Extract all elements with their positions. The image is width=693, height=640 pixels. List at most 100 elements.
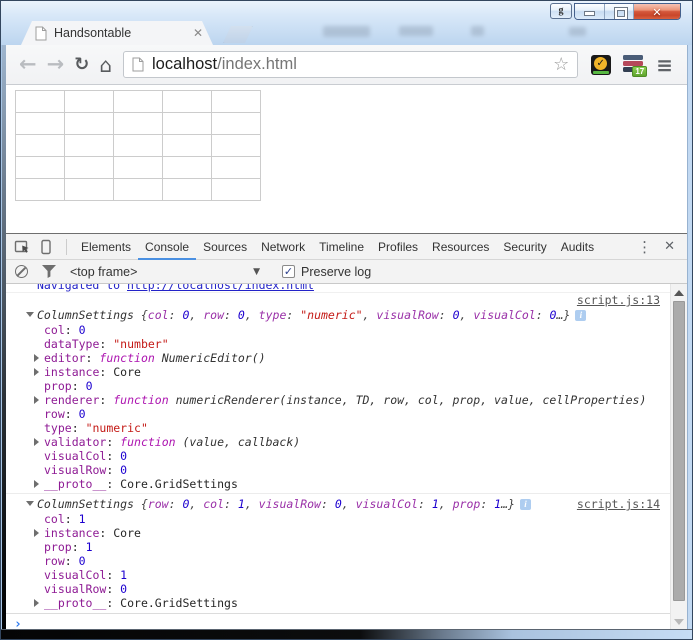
devtools-tab-audits[interactable]: Audits: [554, 234, 601, 260]
disclosure-triangle-icon[interactable]: [34, 480, 39, 488]
console-message-row: renderer: function numericRenderer(insta…: [6, 393, 670, 407]
console-message-row: __proto__: Core.GridSettings: [6, 596, 670, 610]
source-link[interactable]: script.js:14: [577, 496, 660, 512]
extension-safety-icon[interactable]: ✓: [591, 54, 612, 75]
info-icon[interactable]: i: [575, 310, 587, 321]
close-button[interactable]: [634, 4, 680, 19]
console-message-row: editor: function NumericEditor(): [6, 351, 670, 365]
disclosure-triangle-icon[interactable]: [34, 529, 39, 537]
disclosure-triangle-icon[interactable]: [26, 312, 34, 317]
titlebar-plugin-button[interactable]: g: [550, 3, 572, 19]
reload-button[interactable]: ↻: [74, 55, 89, 74]
frame-selector[interactable]: <top frame> ▼: [70, 265, 260, 279]
grid-cell[interactable]: [113, 90, 163, 113]
devtools-tab-resources[interactable]: Resources: [425, 234, 496, 260]
grid-cell[interactable]: [64, 134, 114, 157]
address-bar[interactable]: localhost/index.html ☆: [123, 51, 579, 78]
scrollbar-thumb[interactable]: [673, 301, 685, 601]
devtools-tab-security[interactable]: Security: [496, 234, 553, 260]
devtools-close-icon[interactable]: ✕: [660, 239, 679, 254]
filter-icon[interactable]: [42, 265, 56, 278]
info-icon[interactable]: i: [519, 499, 531, 510]
device-toolbar-icon[interactable]: [40, 239, 52, 255]
grid-cell[interactable]: [162, 134, 212, 157]
extension-badge: 17: [632, 66, 648, 77]
disclosure-triangle-icon[interactable]: [34, 438, 39, 446]
tab-favicon-icon: [35, 26, 47, 40]
browser-window: Handsontable ✕ g ← → ↻ ⌂ localhost/index…: [0, 0, 693, 640]
grid-cell[interactable]: [113, 178, 163, 201]
bookmark-star-icon[interactable]: ☆: [553, 54, 569, 75]
table-row: [15, 112, 261, 135]
grid-cell[interactable]: [113, 156, 163, 179]
new-tab-button[interactable]: [223, 26, 253, 43]
maximize-button[interactable]: [605, 4, 634, 19]
grid-cell[interactable]: [211, 112, 261, 135]
disclosure-triangle-icon[interactable]: [34, 396, 39, 404]
grid-cell[interactable]: [15, 112, 65, 135]
prompt-chevron-icon: ›: [14, 617, 22, 629]
console-message-row: __proto__: Core.GridSettings: [6, 477, 670, 491]
preserve-log-checkbox[interactable]: ✓: [282, 265, 295, 278]
minimize-button[interactable]: [575, 4, 605, 19]
grid-cell[interactable]: [15, 156, 65, 179]
norton-check-icon: ✓: [594, 56, 608, 70]
scroll-down-icon[interactable]: [674, 619, 684, 625]
browser-tab[interactable]: Handsontable ✕: [21, 21, 213, 45]
console-message-row: col: 1: [44, 512, 86, 526]
grid-cell[interactable]: [15, 90, 65, 113]
url-path: /index.html: [217, 55, 297, 73]
menu-button[interactable]: ≡: [656, 53, 673, 77]
redacted-text: [471, 26, 484, 36]
console-message-row: visualRow: 0: [44, 582, 128, 596]
grid-cell[interactable]: [113, 134, 163, 157]
grid-cell[interactable]: [162, 178, 212, 201]
console-prompt[interactable]: ›: [6, 613, 670, 629]
scroll-up-icon[interactable]: [674, 290, 684, 296]
redacted-text: [569, 27, 586, 36]
grid-cell[interactable]: [211, 178, 261, 201]
grid-cell[interactable]: [64, 178, 114, 201]
forward-button[interactable]: →: [47, 54, 65, 75]
disclosure-triangle-icon[interactable]: [26, 501, 34, 506]
grid-cell[interactable]: [64, 156, 114, 179]
tab-close-icon[interactable]: ✕: [193, 27, 203, 39]
grid-cell[interactable]: [15, 134, 65, 157]
table-row: [15, 134, 261, 157]
console-message-row: validator: function (value, callback): [6, 435, 670, 449]
frame-selector-label: <top frame>: [70, 264, 138, 279]
devtools-tab-elements[interactable]: Elements: [74, 234, 138, 260]
back-button[interactable]: ←: [19, 54, 37, 75]
disclosure-triangle-icon[interactable]: [34, 368, 39, 376]
console-message-row: dataType: "number": [44, 337, 169, 351]
grid-cell[interactable]: [211, 156, 261, 179]
clear-console-icon[interactable]: [15, 265, 28, 278]
grid-cell[interactable]: [162, 90, 212, 113]
devtools-tab-console[interactable]: Console: [138, 234, 196, 260]
console-scrollbar[interactable]: [670, 284, 687, 629]
devtools-tab-profiles[interactable]: Profiles: [371, 234, 425, 260]
console-message-row: prop: 0: [44, 379, 93, 393]
grid-cell[interactable]: [113, 112, 163, 135]
home-button[interactable]: ⌂: [99, 55, 112, 75]
grid-body: [15, 90, 261, 201]
grid-cell[interactable]: [64, 90, 114, 113]
source-link[interactable]: script.js:13: [577, 293, 660, 307]
devtools-tabs: Elements Console Sources Network Timeline Pro…: [74, 234, 601, 260]
grid-cell[interactable]: [64, 112, 114, 135]
devtools-tab-sources[interactable]: Sources: [196, 234, 254, 260]
grid-cell[interactable]: [162, 112, 212, 135]
devtools-tab-timeline[interactable]: Timeline: [312, 234, 371, 260]
stack-layer: [623, 55, 644, 60]
grid-cell[interactable]: [211, 90, 261, 113]
extension-stack-icon[interactable]: 17: [623, 55, 648, 77]
grid-cell[interactable]: [162, 156, 212, 179]
inspect-element-icon[interactable]: [14, 239, 30, 255]
devtools-tab-network[interactable]: Network: [254, 234, 312, 260]
disclosure-triangle-icon[interactable]: [34, 354, 39, 362]
console-message-row: row: 0: [44, 554, 86, 568]
devtools-overflow-icon[interactable]: ⋮: [629, 238, 660, 256]
grid-cell[interactable]: [211, 134, 261, 157]
grid-cell[interactable]: [15, 178, 65, 201]
disclosure-triangle-icon[interactable]: [34, 599, 39, 607]
